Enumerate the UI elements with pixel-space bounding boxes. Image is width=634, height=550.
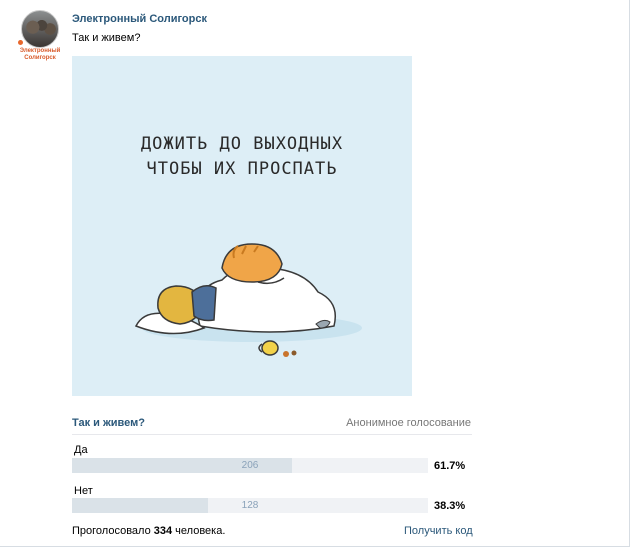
sleeping-illustration	[134, 243, 362, 357]
post-image[interactable]: ДОЖИТЬ ДО ВЫХОДНЫХ ЧТОБЫ ИХ ПРОСПАТЬ	[72, 56, 412, 396]
get-code-link[interactable]: Получить код	[404, 525, 473, 537]
avatar-caption: Электронный Солигорск	[19, 48, 61, 61]
poll-option-bar[interactable]: 206	[72, 458, 428, 473]
post-container: Электронный Солигорск Электронный Солиго…	[0, 0, 630, 547]
poll-option-label[interactable]: Нет	[74, 485, 93, 497]
voted-count: 334	[153, 525, 173, 537]
avatar[interactable]: Электронный Солигорск	[18, 10, 62, 64]
post-author-link[interactable]: Электронный Солигорск	[72, 13, 207, 25]
poll-option-percent: 61.7%	[434, 460, 466, 472]
voted-prefix: Проголосовало	[72, 525, 151, 537]
poll-option-label[interactable]: Да	[74, 444, 88, 456]
poll-option-bar[interactable]: 128	[72, 498, 428, 513]
avatar-image	[21, 10, 59, 48]
poll-option-percent: 38.3%	[434, 500, 466, 512]
poll-question[interactable]: Так и живем?	[72, 417, 145, 429]
poll-option-votes: 128	[241, 500, 259, 511]
poll-divider	[72, 434, 472, 435]
poll-type-label: Анонимное голосование	[346, 417, 471, 429]
online-dot-icon	[18, 40, 23, 45]
voted-suffix: человека.	[175, 525, 226, 537]
poll-total-votes: Проголосовало 334 человека.	[72, 525, 225, 537]
post-text: Так и живем?	[72, 32, 141, 44]
poll-option-votes: 206	[241, 460, 259, 471]
